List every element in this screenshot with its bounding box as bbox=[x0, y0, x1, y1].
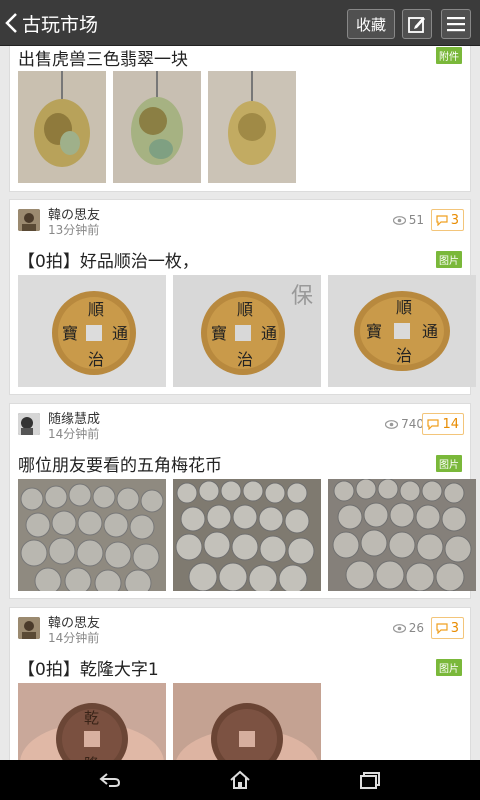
post-image[interactable]: 順治寶 通 bbox=[18, 275, 166, 387]
post-image[interactable]: 乾隆 bbox=[18, 683, 166, 760]
svg-text:順: 順 bbox=[88, 300, 104, 319]
speech-bubble-icon bbox=[436, 622, 448, 634]
post-image[interactable]: 順治寶 通保 bbox=[173, 275, 321, 387]
post-image[interactable] bbox=[173, 479, 321, 591]
svg-text:治: 治 bbox=[396, 346, 412, 365]
svg-text:治: 治 bbox=[88, 350, 104, 369]
svg-text:順: 順 bbox=[396, 298, 412, 317]
post-time: 14分钟前 bbox=[48, 427, 100, 441]
post-feed[interactable]: 出售虎兽三色翡翠一块 附件 韓の思友 13分钟前 51 3 【0拍】好品顺治一枚… bbox=[0, 46, 480, 760]
back-button[interactable]: 古玩市场 bbox=[4, 6, 98, 40]
post-time: 14分钟前 bbox=[48, 631, 100, 645]
page-title: 古玩市场 bbox=[22, 13, 99, 36]
svg-text:順: 順 bbox=[237, 300, 253, 319]
eye-icon bbox=[385, 419, 399, 429]
post-title[interactable]: 哪位朋友要看的五角梅花币 bbox=[18, 451, 222, 476]
svg-text:乾: 乾 bbox=[84, 709, 99, 727]
svg-text:寶: 寶 bbox=[62, 324, 78, 343]
system-nav-bar bbox=[0, 760, 480, 800]
svg-text:寶: 寶 bbox=[366, 322, 382, 341]
comment-count-button[interactable]: 3 bbox=[430, 209, 464, 231]
chevron-left-icon bbox=[5, 13, 17, 33]
speech-bubble-icon bbox=[427, 418, 440, 430]
post-image[interactable] bbox=[113, 71, 201, 183]
post-image[interactable] bbox=[18, 71, 106, 183]
post-header: 随缘慧成 14分钟前 740 14 bbox=[10, 404, 472, 444]
post-image[interactable] bbox=[173, 683, 321, 760]
avatar[interactable] bbox=[18, 209, 40, 231]
nav-recent-apps-button[interactable] bbox=[350, 768, 390, 792]
svg-text:通: 通 bbox=[261, 324, 277, 343]
post-time: 13分钟前 bbox=[48, 223, 100, 237]
post-card[interactable]: 韓の思友 13分钟前 51 3 【0拍】好品顺治一枚， 图片 順治寶通 順治寶通… bbox=[9, 199, 476, 395]
post-tag: 附件 bbox=[436, 47, 462, 64]
hamburger-menu-icon bbox=[447, 17, 465, 32]
post-tag: 图片 bbox=[436, 251, 462, 268]
svg-text:通: 通 bbox=[422, 322, 438, 341]
edit-button[interactable] bbox=[402, 9, 432, 39]
eye-icon bbox=[392, 623, 406, 633]
post-card[interactable]: 随缘慧成 14分钟前 740 14 哪位朋友要看的五角梅花币 图片 bbox=[9, 403, 476, 599]
comment-count-button[interactable]: 14 bbox=[422, 413, 464, 435]
avatar[interactable] bbox=[18, 413, 40, 435]
recent-apps-icon bbox=[360, 772, 380, 789]
view-count: 51 bbox=[392, 213, 424, 227]
avatar[interactable] bbox=[18, 617, 40, 639]
post-title[interactable]: 出售虎兽三色翡翠一块 bbox=[18, 46, 188, 70]
post-image[interactable] bbox=[328, 479, 476, 591]
svg-text:治: 治 bbox=[237, 350, 253, 369]
post-title[interactable]: 【0拍】好品顺治一枚， bbox=[18, 247, 199, 272]
post-tag: 图片 bbox=[436, 455, 462, 472]
view-count: 740 bbox=[385, 417, 424, 431]
comment-count-button[interactable]: 3 bbox=[430, 617, 464, 639]
back-arrow-icon bbox=[99, 773, 121, 787]
speech-bubble-icon bbox=[436, 214, 448, 226]
top-bar: 古玩市场 收藏 bbox=[0, 0, 480, 46]
post-image[interactable]: 順治寶 通 bbox=[328, 275, 476, 387]
nav-back-button[interactable] bbox=[90, 768, 130, 792]
view-count: 26 bbox=[392, 621, 424, 635]
pencil-square-icon bbox=[408, 17, 425, 33]
nav-home-button[interactable] bbox=[220, 768, 260, 792]
svg-text:寶: 寶 bbox=[211, 324, 227, 343]
svg-text:通: 通 bbox=[112, 324, 128, 343]
home-icon bbox=[230, 770, 250, 789]
post-card[interactable]: 韓の思友 14分钟前 26 3 【0拍】乾隆大字1 图片 乾隆 bbox=[9, 607, 471, 760]
post-title[interactable]: 【0拍】乾隆大字1 bbox=[18, 655, 159, 680]
favorite-button[interactable]: 收藏 bbox=[347, 9, 395, 39]
menu-button[interactable] bbox=[441, 9, 471, 39]
svg-text:保: 保 bbox=[291, 284, 313, 309]
post-tag: 图片 bbox=[436, 659, 462, 676]
post-image[interactable] bbox=[208, 71, 296, 183]
post-image[interactable] bbox=[18, 479, 166, 591]
post-header: 韓の思友 13分钟前 51 3 bbox=[10, 200, 472, 240]
eye-icon bbox=[392, 215, 406, 225]
post-card[interactable]: 出售虎兽三色翡翠一块 附件 bbox=[9, 46, 471, 192]
post-header: 韓の思友 14分钟前 26 3 bbox=[10, 608, 472, 648]
